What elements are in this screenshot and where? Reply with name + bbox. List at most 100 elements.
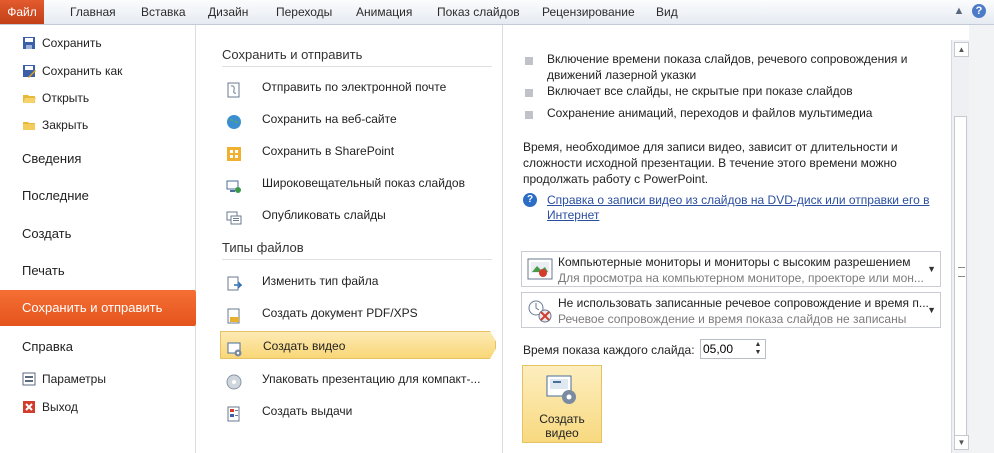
exit-icon [22,400,36,414]
nav-options-label: Параметры [42,372,106,386]
option-create-handouts-label: Создать выдачи [262,404,353,418]
web-globe-icon [226,112,242,129]
feature-bullet: Включает все слайды, не скрытые при пока… [547,84,853,98]
option-send-email-label: Отправить по электронной почте [262,80,447,94]
video-time-description: Время, необходимое для записи видео, зав… [523,140,898,186]
right-pane-scrollbar[interactable]: ▲ ▼ [951,40,970,453]
create-video-button[interactable]: Создать видео [522,365,602,443]
narration-timing-title: Не использовать записанные речевое сопро… [558,296,928,310]
option-package-cd[interactable]: Упаковать презентацию для компакт-... [220,365,496,393]
tab-slideshow[interactable]: Показ слайдов [437,0,520,24]
divider [222,66,492,67]
create-video-button-label: Создать видео [539,412,585,440]
nav-close-label: Закрыть [42,118,89,132]
video-quality-subtitle: Для просмотра на компьютерном мониторе, … [558,271,924,285]
seconds-per-slide-label: Время показа каждого слайда: [523,343,695,357]
option-save-web[interactable]: Сохранить на веб-сайте [220,105,496,133]
pdf-icon [226,306,242,324]
narration-timing-dropdown[interactable]: Не использовать записанные речевое сопро… [521,292,941,328]
nav-info[interactable]: Сведения [0,141,195,177]
tab-insert[interactable]: Вставка [141,0,186,24]
divider [222,259,492,260]
grip-icon [958,267,965,277]
option-save-sharepoint[interactable]: Сохранить в SharePoint [220,137,496,165]
change-file-type-icon [226,274,243,291]
tab-view[interactable]: Вид [656,0,678,24]
nav-exit-label: Выход [42,400,78,414]
nav-recent[interactable]: Последние [0,178,195,214]
tab-design[interactable]: Дизайн [208,0,248,24]
nav-save-as-label: Сохранить как [42,64,123,78]
option-broadcast[interactable]: Широковещательный показ слайдов [220,169,496,197]
save-icon [22,36,36,50]
nav-help[interactable]: Справка [0,329,195,365]
video-quality-title: Компьютерные мониторы и мониторы с высок… [558,255,911,269]
seconds-per-slide-stepper[interactable]: ▲ ▼ [700,339,766,359]
publish-slides-icon [226,208,242,225]
tab-file[interactable]: Файл [0,0,44,24]
option-create-video-label: Создать видео [263,339,346,353]
create-video-icon [545,374,579,406]
broadcast-icon [226,176,242,193]
nav-print[interactable]: Печать [0,253,195,289]
timing-narration-icon [527,299,553,323]
save-as-icon [22,64,36,78]
monitor-icon [527,258,553,280]
chevron-down-icon: ▼ [927,305,936,315]
stepper-up-icon[interactable]: ▲ [753,341,763,349]
section-header-file-types: Типы файлов [222,240,304,255]
scroll-up-icon[interactable]: ▲ [954,42,969,57]
tab-review[interactable]: Рецензирование [542,0,635,24]
option-send-email[interactable]: Отправить по электронной почте [220,73,496,101]
option-change-file-type-label: Изменить тип файла [262,274,379,288]
video-quality-dropdown[interactable]: Компьютерные мониторы и мониторы с высок… [521,251,941,287]
help-link-dvd-video[interactable]: Справка о записи видео из слайдов на DVD… [547,193,937,223]
chevron-down-icon: ▼ [927,264,936,274]
nav-save-and-send[interactable]: Сохранить и отправить [0,290,204,326]
nav-open-label: Открыть [42,91,90,105]
section-header-save-send: Сохранить и отправить [222,47,363,62]
option-create-pdf-label: Создать документ PDF/XPS [262,306,418,320]
option-create-pdf[interactable]: Создать документ PDF/XPS [220,299,496,327]
window-edge [969,25,994,453]
package-cd-icon [226,372,242,390]
open-folder-icon [22,91,36,105]
option-create-handouts[interactable]: Создать выдачи [220,397,496,425]
seconds-per-slide-input[interactable] [703,341,747,357]
tab-animation[interactable]: Анимация [356,0,412,24]
ribbon-tab-bar: Файл Главная Вставка Дизайн Переходы Ани… [0,0,994,25]
option-broadcast-label: Широковещательный показ слайдов [262,176,465,190]
options-icon [22,372,36,386]
option-save-sharepoint-label: Сохранить в SharePoint [262,144,395,158]
scroll-down-icon[interactable]: ▼ [954,435,969,450]
option-change-file-type[interactable]: Изменить тип файла [220,267,496,295]
option-package-cd-label: Упаковать презентацию для компакт-... [262,372,481,386]
option-save-web-label: Сохранить на веб-сайте [262,112,397,126]
email-icon [226,80,242,98]
bullet-marker [525,111,533,119]
bullet-marker [525,57,533,65]
help-circle-icon: ? [523,193,537,207]
scroll-thumb[interactable] [954,116,967,436]
feature-bullet: Сохранение анимаций, переходов и файлов … [547,106,873,120]
narration-timing-subtitle: Речевое сопровождение и время показа сла… [558,312,907,326]
handouts-icon [226,404,242,422]
option-publish-slides[interactable]: Опубликовать слайды [220,201,496,229]
feature-bullet: Включение времени показа слайдов, речево… [547,52,908,82]
video-icon [227,339,243,357]
sharepoint-icon [226,144,242,161]
nav-save-label: Сохранить [42,36,102,50]
help-icon[interactable]: ? [972,4,986,18]
option-publish-slides-label: Опубликовать слайды [262,208,386,222]
nav-new[interactable]: Создать [0,216,195,252]
create-video-pane: Включение времени показа слайдов, речево… [503,25,951,453]
option-create-video[interactable]: Создать видео [220,331,496,359]
tab-home[interactable]: Главная [70,0,116,24]
save-send-options-column: Сохранить и отправить Отправить по элект… [196,25,503,453]
close-folder-icon [22,118,36,132]
tab-transitions[interactable]: Переходы [276,0,332,24]
bullet-marker [525,89,533,97]
backstage-nav: Сохранить Сохранить как Открыть Закрыть … [0,25,204,453]
stepper-down-icon[interactable]: ▼ [753,349,763,357]
minimize-ribbon-icon[interactable]: ▲ [952,4,966,18]
